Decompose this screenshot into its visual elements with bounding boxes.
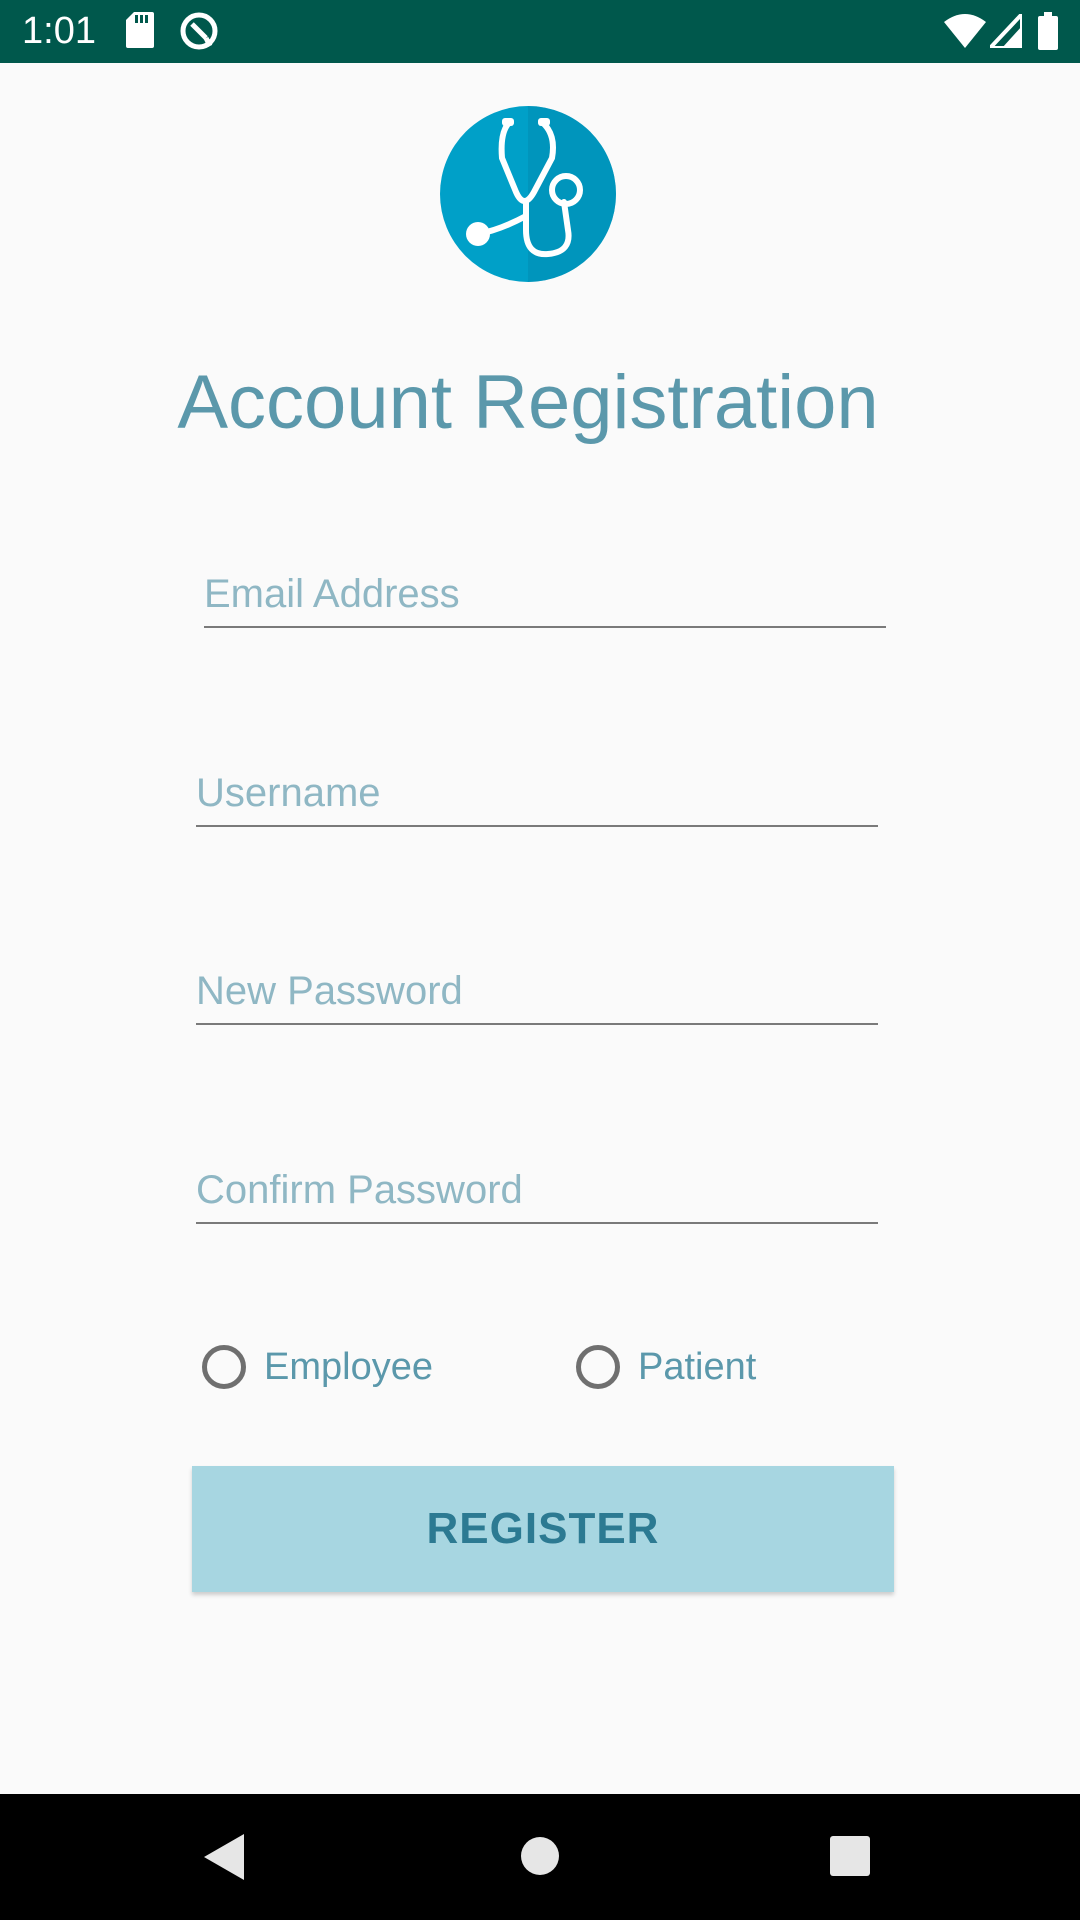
radio-employee[interactable]: Employee	[202, 1342, 433, 1392]
home-icon[interactable]	[520, 1836, 560, 1881]
recents-icon[interactable]	[830, 1836, 870, 1881]
stethoscope-icon	[440, 106, 616, 282]
page-title: Account Registration	[177, 360, 879, 445]
battery-icon	[1038, 12, 1058, 55]
radio-label-patient: Patient	[638, 1346, 757, 1388]
app-logo	[440, 106, 616, 282]
radio-circle-icon[interactable]	[202, 1345, 246, 1389]
signal-icon	[985, 8, 1024, 53]
new-password-field[interactable]	[196, 965, 878, 1025]
status-bar: 1:01	[0, 0, 1080, 63]
navigation-bar	[0, 1794, 1080, 1920]
data-saver-icon	[178, 10, 220, 57]
radio-circle-icon[interactable]	[576, 1345, 620, 1389]
registration-screen: 1:01 Account Registration Email Address …	[0, 0, 1080, 1920]
username-field[interactable]	[196, 767, 878, 827]
register-button[interactable]: REGISTER	[192, 1466, 894, 1592]
radio-patient[interactable]: Patient	[576, 1342, 756, 1392]
confirm-password-field[interactable]	[196, 1164, 878, 1224]
radio-label-employee: Employee	[264, 1346, 433, 1388]
email-field[interactable]	[204, 568, 886, 628]
back-icon[interactable]	[204, 1834, 246, 1885]
register-button-label: REGISTER	[426, 1504, 660, 1553]
wifi-icon	[944, 14, 986, 53]
sd-card-icon	[126, 12, 154, 53]
status-time: 1:01	[22, 10, 96, 52]
